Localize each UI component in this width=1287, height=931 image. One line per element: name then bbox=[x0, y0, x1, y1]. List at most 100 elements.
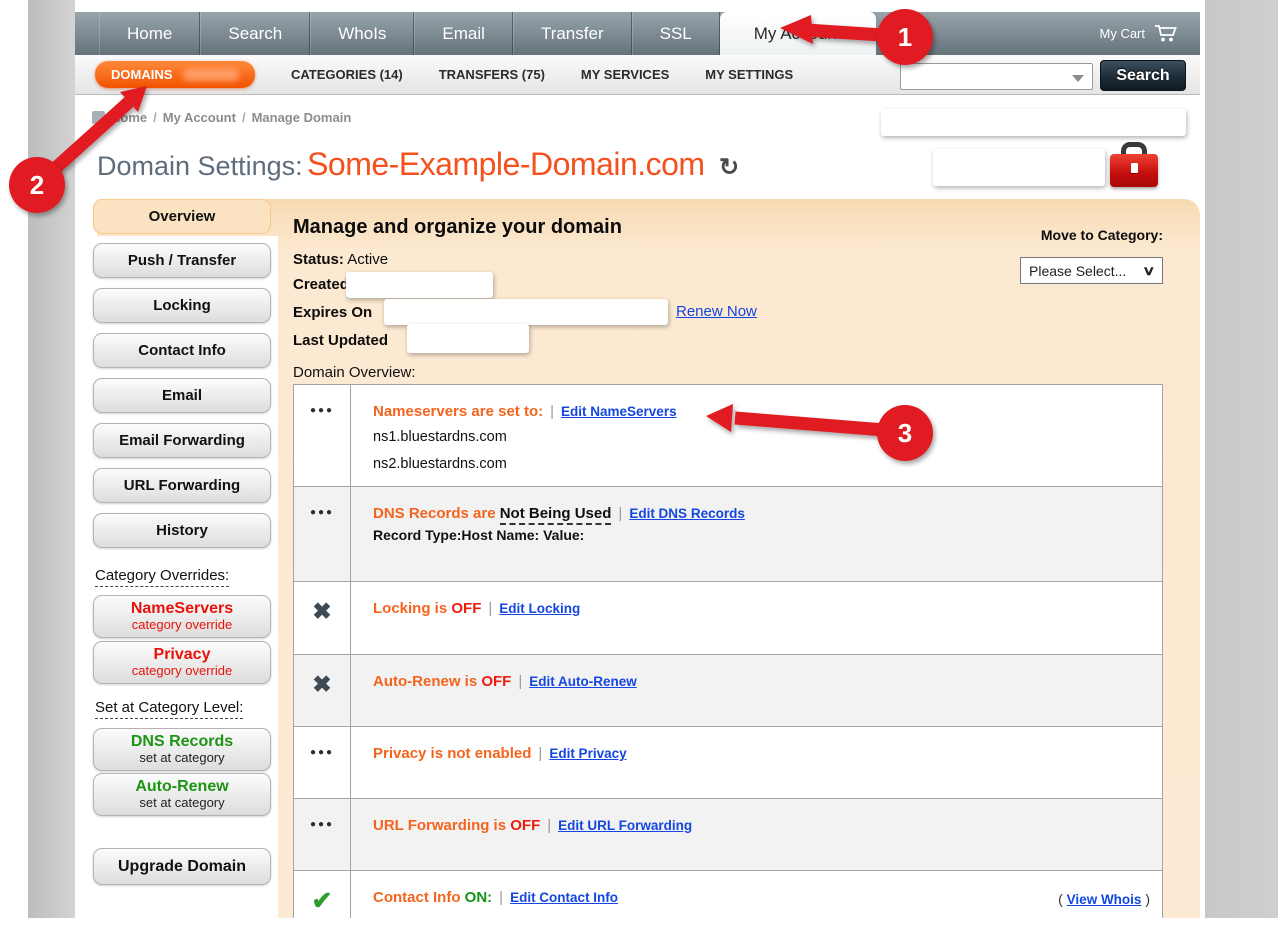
upgrade-domain-button[interactable]: Upgrade Domain bbox=[93, 848, 271, 885]
refresh-icon[interactable]: ↻ bbox=[719, 154, 739, 181]
title-prefix: Domain Settings: bbox=[97, 151, 303, 181]
left-gutter bbox=[28, 0, 75, 918]
category-select-value: Please Select... bbox=[1029, 263, 1126, 279]
top-navigation: HomeSearchWhoIsEmailTransferSSLMy Accoun… bbox=[75, 12, 1200, 55]
overview-row-edit-privacy: ●●● Privacy is not enabled|Edit Privacy bbox=[294, 727, 1162, 799]
move-to-category-label: Move to Category: bbox=[1000, 227, 1163, 243]
sidebar-category-auto-renew[interactable]: Auto-Renewset at category bbox=[93, 773, 271, 816]
topnav-tab-email[interactable]: Email bbox=[414, 12, 513, 55]
edit-contact-info-link[interactable]: Edit Contact Info bbox=[510, 890, 618, 905]
edit-dns-records-link[interactable]: Edit DNS Records bbox=[629, 506, 745, 521]
topnav-tab-search[interactable]: Search bbox=[200, 12, 310, 55]
my-cart-label: My Cart bbox=[1100, 26, 1146, 41]
breadcrumb-item-my-account[interactable]: My Account bbox=[163, 110, 236, 125]
topnav-tab-home[interactable]: Home bbox=[99, 12, 200, 55]
topnav-tab-ssl[interactable]: SSL bbox=[632, 12, 720, 55]
sidebar-tab-email[interactable]: Email bbox=[93, 378, 271, 413]
redaction-box bbox=[407, 324, 529, 353]
row-title: Locking is OFF|Edit Locking bbox=[373, 600, 1142, 617]
breadcrumb-item-manage-domain[interactable]: Manage Domain bbox=[252, 110, 352, 125]
home-icon bbox=[92, 111, 105, 124]
domain-overview-label: Domain Overview: bbox=[293, 364, 416, 381]
toolbox-icon[interactable] bbox=[1108, 141, 1160, 193]
dots-icon: ●●● bbox=[294, 487, 351, 581]
breadcrumb-item-home[interactable]: Home bbox=[111, 110, 147, 125]
subnav-item-transfers-75-[interactable]: TRANSFERS (75) bbox=[439, 67, 545, 82]
right-gutter bbox=[1205, 0, 1278, 918]
row-title: Privacy is not enabled|Edit Privacy bbox=[373, 745, 1142, 762]
row-title: URL Forwarding is OFF|Edit URL Forwardin… bbox=[373, 817, 1142, 834]
overview-row-edit-nameservers: ●●● Nameservers are set to:|Edit NameServ… bbox=[294, 385, 1162, 487]
dots-icon: ●●● bbox=[294, 727, 351, 798]
view-whois-link[interactable]: View Whois bbox=[1067, 892, 1142, 907]
topnav-tab-whois[interactable]: WhoIs bbox=[310, 12, 414, 55]
domain-name: Some-Example-Domain.com bbox=[307, 146, 705, 182]
status-value: Active bbox=[347, 251, 388, 268]
row-title: Contact Info ON:|Edit Contact Info bbox=[373, 889, 1142, 906]
redaction-box bbox=[933, 149, 1105, 186]
redaction-box bbox=[881, 109, 1186, 136]
set-at-category-heading: Set at Category Level: bbox=[95, 699, 243, 716]
sidebar-tab-contact-info[interactable]: Contact Info bbox=[93, 333, 271, 368]
search-input[interactable] bbox=[905, 65, 1065, 88]
section-heading: Manage and organize your domain bbox=[293, 216, 622, 239]
subnav-item-categories-14-[interactable]: CATEGORIES (14) bbox=[291, 67, 403, 82]
sidebar-category-dns-records[interactable]: DNS Recordsset at category bbox=[93, 728, 271, 771]
updated-label: Last Updated bbox=[293, 332, 388, 349]
breadcrumb-separator: / bbox=[153, 110, 157, 125]
edit-nameservers-link[interactable]: Edit NameServers bbox=[561, 404, 677, 419]
row-title: DNS Records are Not Being Used|Edit DNS … bbox=[373, 505, 1142, 522]
dots-icon: ●●● bbox=[294, 799, 351, 870]
domain-search-combobox[interactable] bbox=[900, 63, 1093, 90]
sidebar-tab-history[interactable]: History bbox=[93, 513, 271, 548]
category-select[interactable]: Please Select... ∨ bbox=[1020, 257, 1163, 284]
row-title: Nameservers are set to:|Edit NameServers bbox=[373, 403, 1142, 420]
expires-line: Expires On bbox=[293, 304, 372, 321]
sidebar-override-privacy[interactable]: Privacycategory override bbox=[93, 641, 271, 684]
sidebar-override-nameservers[interactable]: NameServerscategory override bbox=[93, 595, 271, 638]
updated-line: Last Updated bbox=[293, 332, 388, 349]
renew-now-link[interactable]: Renew Now bbox=[676, 303, 757, 320]
sidebar-tab-locking[interactable]: Locking bbox=[93, 288, 271, 323]
sidebar-tab-url-forwarding[interactable]: URL Forwarding bbox=[93, 468, 271, 503]
sidebar-tab-push-transfer[interactable]: Push / Transfer bbox=[93, 243, 271, 278]
cart-icon bbox=[1154, 24, 1178, 43]
view-whois-wrap: ( View Whois ) bbox=[1058, 891, 1150, 907]
topnav-tab-my-account[interactable]: My Account bbox=[720, 12, 876, 55]
chevron-down-icon: ∨ bbox=[1143, 263, 1156, 279]
edit-privacy-link[interactable]: Edit Privacy bbox=[549, 746, 626, 761]
redaction-box bbox=[384, 299, 668, 325]
overview-row-edit-auto-renew: ✖ Auto-Renew is OFF|Edit Auto-Renew bbox=[294, 655, 1162, 727]
edit-url-forwarding-link[interactable]: Edit URL Forwarding bbox=[558, 818, 692, 833]
row-detail-headers: Record Type:Host Name: Value: bbox=[373, 527, 1142, 543]
overview-row-edit-url-forwarding: ●●● URL Forwarding is OFF|Edit URL Forwar… bbox=[294, 799, 1162, 871]
redacted-domain-count bbox=[183, 68, 239, 81]
category-overrides-heading: Category Overrides: bbox=[95, 567, 229, 584]
sidebar-tab-overview[interactable]: Overview bbox=[93, 199, 271, 234]
expires-label: Expires On bbox=[293, 304, 372, 321]
subnav-item-my-services[interactable]: MY SERVICES bbox=[581, 67, 669, 82]
edit-auto-renew-link[interactable]: Edit Auto-Renew bbox=[529, 674, 637, 689]
dots-icon: ●●● bbox=[294, 385, 351, 486]
domain-overview-table: ●●● Nameservers are set to:|Edit NameServ… bbox=[293, 384, 1163, 931]
search-button[interactable]: Search bbox=[1100, 60, 1186, 91]
row-detail: ns2.bluestardns.com bbox=[373, 454, 1142, 474]
x-icon: ✖ bbox=[294, 655, 351, 726]
overview-row-edit-dns-records: ●●● DNS Records are Not Being Used|Edit D… bbox=[294, 487, 1162, 582]
status-label: Status: bbox=[293, 251, 344, 268]
subnav-item-domains[interactable]: DOMAINS bbox=[95, 61, 255, 88]
redaction-box bbox=[346, 272, 493, 298]
chevron-down-icon[interactable] bbox=[1072, 75, 1084, 82]
row-title: Auto-Renew is OFF|Edit Auto-Renew bbox=[373, 673, 1142, 690]
x-icon: ✖ bbox=[294, 582, 351, 654]
status-line: Status: Active bbox=[293, 251, 388, 268]
page-title: Domain Settings: Some-Example-Domain.com… bbox=[97, 146, 739, 183]
subnav-item-my-settings[interactable]: MY SETTINGS bbox=[705, 67, 793, 82]
edit-locking-link[interactable]: Edit Locking bbox=[499, 601, 580, 616]
my-cart-button[interactable]: My Cart bbox=[1100, 12, 1179, 55]
row-detail: ns1.bluestardns.com bbox=[373, 427, 1142, 447]
sidebar-tab-email-forwarding[interactable]: Email Forwarding bbox=[93, 423, 271, 458]
breadcrumb-separator: / bbox=[242, 110, 246, 125]
topnav-tab-transfer[interactable]: Transfer bbox=[513, 12, 632, 55]
domains-label: DOMAINS bbox=[111, 67, 172, 82]
